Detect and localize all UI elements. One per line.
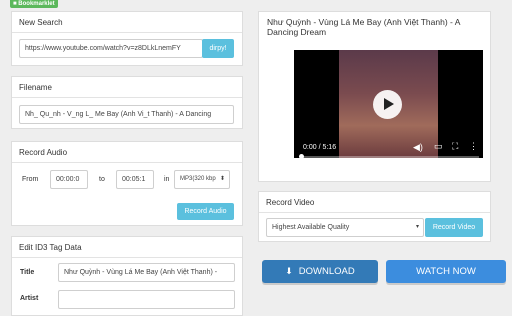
chevron-down-icon: ⬍ — [219, 176, 225, 182]
watch-now-button[interactable]: WATCH NOW — [386, 260, 506, 283]
record-video-heading: Record Video — [259, 192, 490, 213]
video-player[interactable]: 0:00 / 5:16 ◀) ▭ ⛶ ⋮ — [294, 50, 483, 158]
audio-format-value: MP3(320 kbp — [180, 176, 216, 182]
progress-handle[interactable] — [299, 154, 304, 158]
download-button[interactable]: ⬇ DOWNLOAD — [262, 260, 378, 283]
artist-label: Artist — [20, 295, 39, 302]
fullscreen-icon[interactable]: ⛶ — [452, 141, 458, 152]
video-quality-select[interactable]: Highest Available Quality ▾ — [266, 218, 424, 237]
start-time-input[interactable]: 00:00:0 — [50, 170, 88, 189]
record-video-button[interactable]: Record Video — [425, 218, 483, 237]
record-audio-heading: Record Audio — [12, 142, 242, 163]
record-audio-panel: Record Audio From 00:00:0 to 00:05:1 in … — [11, 141, 243, 226]
video-time: 0:00 / 5:16 — [303, 144, 337, 151]
record-audio-button[interactable]: Record Audio — [177, 203, 234, 220]
volume-icon[interactable]: ◀) — [413, 142, 423, 153]
from-label: From — [22, 176, 39, 183]
id3-heading: Edit ID3 Tag Data — [12, 237, 242, 258]
id3-panel: Edit ID3 Tag Data Title Như Quỳnh - Vùng… — [11, 236, 243, 316]
new-search-heading: New Search — [12, 12, 242, 33]
download-icon: ⬇ — [285, 266, 293, 276]
title-label: Title — [20, 269, 35, 276]
play-icon[interactable] — [373, 90, 402, 119]
filename-heading: Filename — [12, 77, 242, 98]
audio-format-select[interactable]: MP3(320 kbp ⬍ — [174, 170, 230, 189]
progress-bar[interactable] — [299, 154, 479, 158]
id3-artist-input[interactable] — [58, 290, 235, 309]
bookmarklet-badge[interactable]: ■ Bookmarklet — [10, 0, 58, 8]
cast-icon[interactable]: ▭ — [434, 141, 443, 152]
filename-input[interactable]: Nh_ Qu_nh - V_ng L_ Me Bay (Anh Vi_t Tha… — [19, 105, 234, 124]
more-options-icon[interactable]: ⋮ — [469, 141, 478, 152]
to-label: to — [99, 176, 105, 183]
download-label: DOWNLOAD — [298, 266, 355, 277]
chevron-down-icon: ▾ — [415, 224, 419, 230]
in-label: in — [164, 176, 170, 183]
record-video-panel: Record Video Highest Available Quality ▾… — [258, 191, 491, 242]
video-quality-value: Highest Available Quality — [272, 224, 350, 231]
filename-panel: Filename Nh_ Qu_nh - V_ng L_ Me Bay (Anh… — [11, 76, 243, 129]
end-time-input[interactable]: 00:05:1 — [116, 170, 154, 189]
bookmarklet-label: Bookmarklet — [18, 1, 55, 7]
id3-title-input[interactable]: Như Quỳnh - Vùng Lá Me Bay (Anh Việt Tha… — [58, 263, 235, 282]
search-url-input[interactable]: https://www.youtube.com/watch?v=z8DLkLne… — [19, 39, 203, 58]
dirpy-button[interactable]: dirpy! — [202, 39, 234, 58]
new-search-panel: New Search https://www.youtube.com/watch… — [11, 11, 243, 66]
video-title: Như Quỳnh - Vùng Lá Me Bay (Anh Việt Tha… — [267, 17, 460, 37]
